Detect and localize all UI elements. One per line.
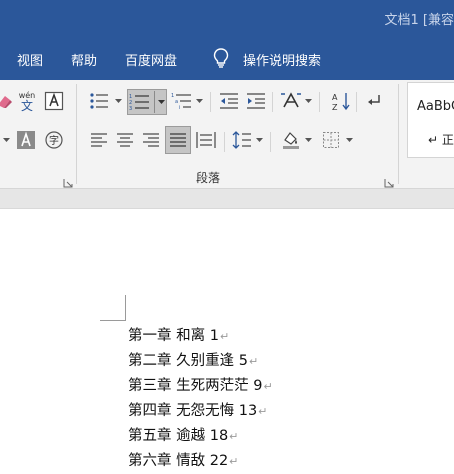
menu-help[interactable]: 帮助 [71,50,97,69]
line-spacing-dropdown-icon[interactable] [255,129,263,151]
bullets-dropdown-icon[interactable] [114,90,122,112]
chapter-title: 生死两茫茫 [176,378,249,394]
button-separator [224,132,225,152]
button-separator [319,92,320,112]
justify-button[interactable] [165,126,191,154]
button-separator [270,132,271,152]
borders-icon[interactable] [320,129,342,151]
borders-dropdown-icon[interactable] [345,129,353,151]
tell-me-search[interactable]: 操作说明搜索 [243,50,321,69]
svg-text:A: A [332,93,338,102]
page-number: 5 [238,353,248,369]
chapter-number: 第六章 [128,453,172,469]
paragraph-group-label: 段落 [196,171,221,185]
paragraph-mark: ↵ [219,330,230,343]
svg-text:1: 1 [171,93,174,99]
chapter-title: 无怨无悔 [176,403,235,419]
sort-icon[interactable]: AZ [330,90,352,112]
ribbon: wén 文 字 123 1ai A Z 段落 AaBb ↵ 正 [0,80,454,189]
margin-corner-mark [125,295,126,321]
menu-baidu-netdisk[interactable]: 百度网盘 [125,50,177,69]
group-separator [398,84,399,184]
style-name: ↵ 正 [428,133,454,147]
svg-text:文: 文 [21,98,33,112]
chapter-number: 第二章 [128,353,172,369]
menu-bar: 视图 帮助 百度网盘 操作说明搜索 [0,38,454,80]
line-spacing-icon[interactable] [231,129,253,151]
button-separator [356,92,357,112]
toc-line[interactable]: 第三章 生死两茫茫 9↵ [128,374,273,399]
styles-gallery-item[interactable]: AaBbC ↵ 正 [407,82,454,158]
toc-line[interactable]: 第四章 无怨无悔 13↵ [128,399,273,424]
chapter-title: 逾越 [176,428,206,444]
table-of-contents[interactable]: 第一章 和离 1↵ 第二章 久别重逢 5↵ 第三章 生死两茫茫 9↵ 第四章 无… [128,324,273,474]
paragraph-mark: ↵ [248,355,259,368]
bullets-icon[interactable] [88,90,110,112]
chapter-number: 第四章 [128,403,172,419]
page-number: 22 [209,453,229,469]
svg-text:i: i [179,105,180,110]
page-number: 9 [253,378,263,394]
multilevel-list-icon[interactable]: 1ai [171,90,193,112]
clear-formatting-icon[interactable] [0,90,16,112]
numbering-dropdown-icon[interactable] [158,100,165,104]
show-paragraph-marks-icon[interactable] [363,90,385,112]
phonetic-guide-icon[interactable]: wén 文 [16,90,38,112]
character-shading-icon[interactable] [15,129,37,151]
chinese-layout-dropdown-icon[interactable] [304,90,312,112]
margin-corner-mark [100,320,126,321]
dropdown-arrow-icon[interactable] [2,129,10,151]
ruler-area [0,189,454,209]
chapter-number: 第一章 [128,328,172,344]
paragraph-mark: ↵ [258,405,268,418]
paragraph-mark: ↵ [229,455,239,468]
toc-line[interactable]: 第六章 情敌 22↵ [128,449,273,474]
chapter-number: 第三章 [128,378,172,394]
justify-icon [170,133,186,147]
chapter-number: 第五章 [128,428,172,444]
style-sample-text: AaBbC [417,99,454,114]
align-center-icon[interactable] [114,129,136,151]
numbering-button[interactable]: 123 [127,89,167,115]
paragraph-dialog-launcher-icon[interactable] [384,173,394,188]
split-divider [154,91,155,113]
font-dialog-launcher-icon[interactable] [63,173,73,188]
chapter-title: 久别重逢 [176,353,235,369]
shading-icon[interactable] [280,129,302,151]
chinese-layout-icon[interactable] [280,90,302,112]
enclose-characters-icon[interactable]: 字 [43,129,65,151]
menu-view[interactable]: 视图 [17,50,43,69]
svg-text:字: 字 [49,134,59,147]
svg-text:Z: Z [332,103,338,111]
chapter-title: 情敌 [176,453,206,469]
page-number: 18 [209,428,229,444]
svg-text:a: a [175,99,178,105]
window-title: 文档1 [兼容 [384,13,454,28]
toc-line[interactable]: 第一章 和离 1↵ [128,324,273,349]
group-separator [76,84,77,184]
increase-indent-icon[interactable] [245,90,267,112]
chapter-title: 和离 [176,328,206,344]
toc-line[interactable]: 第五章 逾越 18↵ [128,424,273,449]
svg-text:3: 3 [129,106,132,111]
button-separator [272,92,273,112]
align-right-icon[interactable] [140,129,162,151]
lightbulb-icon[interactable] [213,48,229,72]
align-left-icon[interactable] [88,129,110,151]
toc-line[interactable]: 第二章 久别重逢 5↵ [128,349,273,374]
page-number: 1 [209,328,219,344]
character-border-icon[interactable] [43,90,65,112]
paragraph-mark: ↵ [229,430,239,443]
multilevel-dropdown-icon[interactable] [195,90,203,112]
page-number: 13 [238,403,258,419]
decrease-indent-icon[interactable] [218,90,240,112]
shading-dropdown-icon[interactable] [304,129,312,151]
distributed-align-icon[interactable] [195,129,217,151]
title-bar: 文档1 [兼容 [0,0,454,38]
paragraph-mark: ↵ [263,380,273,393]
button-separator [210,92,211,112]
